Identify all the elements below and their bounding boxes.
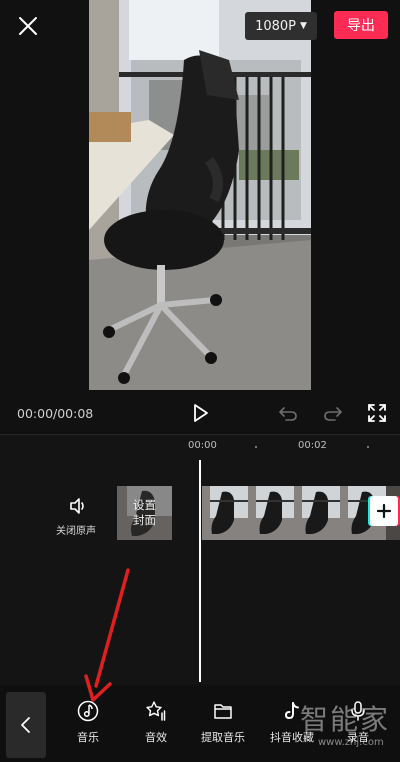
timecode: 00:00/00:08 [17, 406, 94, 421]
set-cover-button[interactable]: 设置 封面 [117, 486, 172, 540]
ruler-tick [255, 446, 257, 448]
watermark-logo-text: 智能家 [300, 703, 391, 736]
extract-music-button[interactable]: 提取音乐 [193, 700, 253, 745]
speaker-icon [70, 498, 84, 514]
close-icon[interactable] [16, 14, 40, 38]
export-button[interactable]: 导出 [334, 11, 388, 39]
plus-icon [376, 503, 392, 519]
chevron-left-icon [21, 717, 30, 733]
play-icon[interactable] [190, 403, 210, 423]
watermark-url: www.znj.com [318, 737, 384, 748]
folder-icon [214, 704, 232, 719]
resolution-value: 1080P [255, 18, 296, 34]
playhead[interactable] [199, 460, 201, 682]
mute-label: 关闭原声 [56, 526, 96, 537]
resolution-selector[interactable]: 1080P ▼ [245, 12, 317, 40]
ruler-tick [367, 446, 369, 448]
music-label: 音乐 [77, 731, 99, 744]
mute-original-audio-button[interactable]: 关闭原声 [56, 496, 100, 537]
add-clip-button[interactable] [370, 496, 398, 526]
back-button[interactable] [6, 692, 46, 758]
video-frame [294, 486, 340, 540]
video-preview[interactable] [89, 0, 311, 390]
extract-music-label: 提取音乐 [201, 731, 245, 744]
sound-effect-icon [146, 701, 166, 721]
ruler-label: 00:00 [188, 440, 217, 451]
annotation-arrow [80, 568, 140, 708]
sound-effect-label: 音效 [145, 731, 167, 744]
video-frame [248, 486, 294, 540]
redo-icon[interactable] [323, 403, 343, 423]
fullscreen-icon[interactable] [367, 403, 387, 423]
cover-label-line2: 封面 [133, 513, 156, 527]
undo-icon[interactable] [278, 403, 298, 423]
ruler-label: 00:02 [298, 440, 327, 451]
caret-down-icon: ▼ [300, 21, 307, 31]
cover-label-line1: 设置 [133, 498, 156, 512]
video-frame [202, 486, 248, 540]
